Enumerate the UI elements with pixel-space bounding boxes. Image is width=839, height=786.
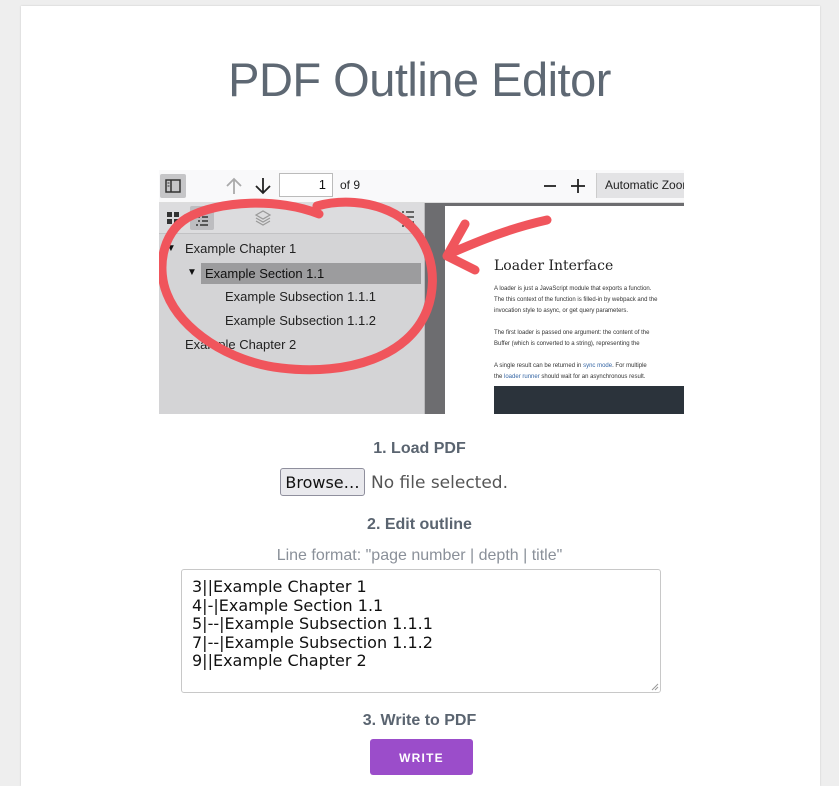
outline-line: 5|--|Example Subsection 1.1.1 — [192, 614, 433, 633]
step-edit-heading: 2. Edit outline — [367, 516, 472, 533]
annotation-circle-arrow — [159, 197, 552, 375]
step-load-heading: 1. Load PDF — [373, 440, 466, 457]
step-write-heading: 3. Write to PDF — [362, 712, 477, 729]
outline-preview-image: 1 of 9 Automatic Zoom ▼ Example Chapter — [159, 170, 684, 414]
outline-line: 7|--|Example Subsection 1.1.2 — [192, 632, 433, 652]
outline-line: 4|-|Example Section 1.1 — [192, 595, 384, 615]
outline-line: 3||Example Chapter 1 — [192, 577, 367, 596]
browse-button[interactable]: Browse… — [280, 468, 365, 496]
page-title: PDF Outline Editor — [228, 53, 611, 106]
resize-grip-icon[interactable] — [651, 683, 659, 691]
file-status: No file selected. — [371, 473, 508, 493]
format-hint: Line format: "page number | depth | titl… — [276, 547, 563, 564]
outline-textarea[interactable]: 3||Example Chapter 1 4|-|Example Section… — [181, 569, 661, 693]
outline-line: 9||Example Chapter 2 — [192, 651, 367, 670]
